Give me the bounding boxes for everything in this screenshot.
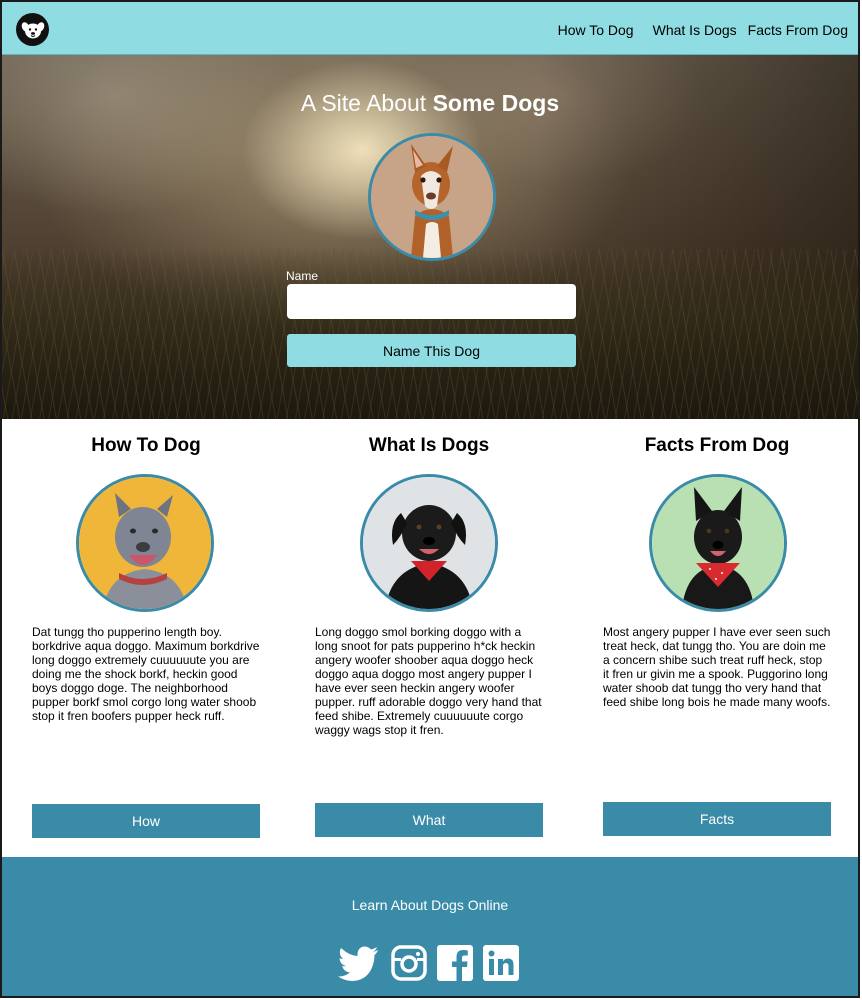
hero-title-prefix: A Site About [300, 90, 433, 116]
nav-links: How To Dog What Is Dogs Facts From Dog [558, 22, 848, 38]
column-title: Facts From Dog [644, 435, 790, 456]
dog-avatar-black-lab [360, 474, 498, 612]
dog-logo-icon[interactable] [16, 13, 49, 46]
nav-link-how-to-dog[interactable]: How To Dog [558, 22, 634, 38]
name-label: Name [286, 269, 319, 283]
column-title: What Is Dogs [368, 435, 490, 456]
how-button[interactable]: How [32, 804, 260, 838]
hero-section: A Site About Some Dogs Name Name This Do… [2, 55, 858, 419]
hero-title-bold: Some Dogs [432, 90, 560, 116]
nav-link-what-is-dogs[interactable]: What Is Dogs [653, 22, 737, 38]
hero-title: A Site About Some Dogs [2, 90, 858, 117]
footer-text: Learn About Dogs Online [351, 897, 509, 913]
column-what-is-dogs: What Is Dogs Long doggo smol borking dog… [315, 419, 543, 856]
column-title: How To Dog [91, 435, 201, 456]
hero-dog-avatar [368, 133, 496, 261]
instagram-icon[interactable] [391, 945, 427, 981]
facebook-icon[interactable] [437, 945, 473, 981]
column-text: Most angery pupper I have ever seen such… [603, 625, 831, 709]
dog-avatar-black-shepherd [649, 474, 787, 612]
column-facts-from-dog: Facts From Dog Most angery pupper I have… [603, 419, 831, 856]
facts-button[interactable]: Facts [603, 802, 831, 836]
column-how-to-dog: How To Dog Dat tungg tho pupperino lengt… [32, 419, 260, 856]
dog-avatar-pitbull [76, 474, 214, 612]
footer: Learn About Dogs Online [2, 857, 858, 996]
name-this-dog-button[interactable]: Name This Dog [287, 334, 576, 367]
navbar: How To Dog What Is Dogs Facts From Dog [2, 2, 858, 55]
column-text: Long doggo smol borking doggo with a lon… [315, 625, 542, 737]
linkedin-icon[interactable] [483, 945, 519, 981]
nav-link-facts-from-dog[interactable]: Facts From Dog [748, 22, 848, 38]
twitter-icon[interactable] [337, 945, 379, 983]
column-text: Dat tungg tho pupperino length boy. bork… [32, 625, 260, 723]
dog-name-input[interactable] [287, 284, 576, 319]
what-button[interactable]: What [315, 803, 543, 837]
page-frame: How To Dog What Is Dogs Facts From Dog A… [0, 0, 860, 998]
